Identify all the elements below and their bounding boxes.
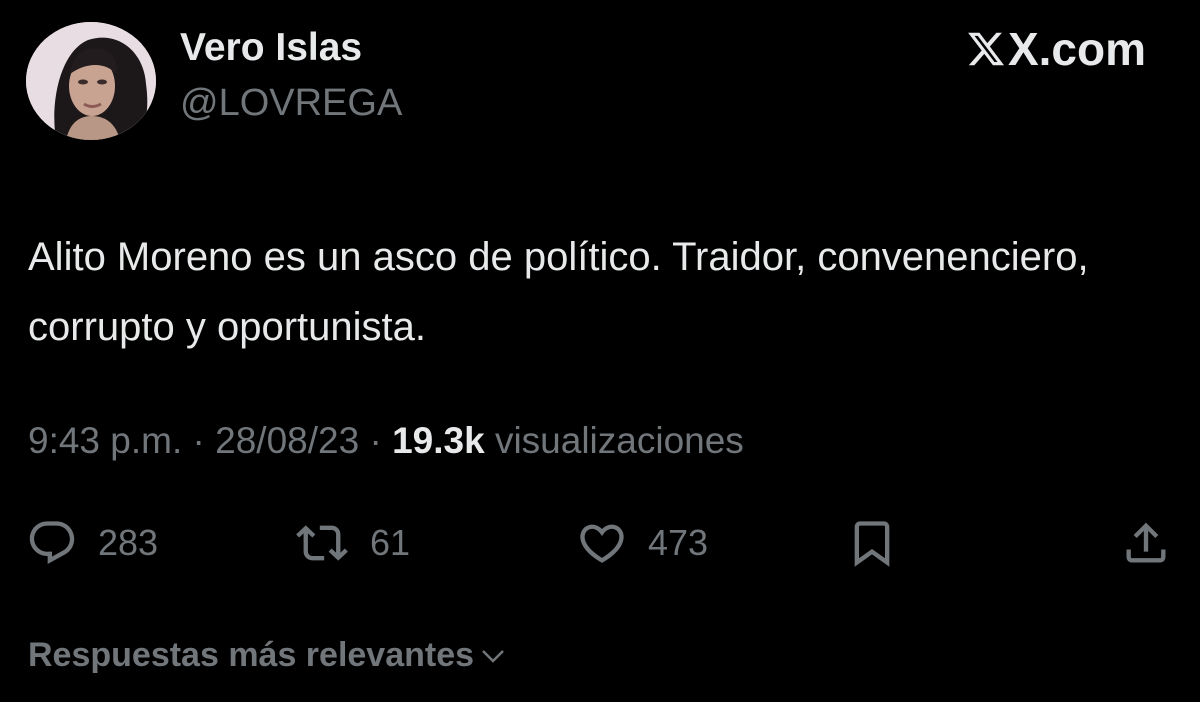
meta-separator: · [192,420,205,461]
author-handle[interactable]: @LOVREGA [180,82,402,125]
replies-sort-label: Respuestas más relevantes [28,636,475,674]
share-button[interactable] [1120,512,1172,574]
views-count: 19.3k [392,420,485,461]
retweet-button[interactable]: 61 [296,512,410,574]
tweet-date[interactable]: 28/08/23 [215,420,359,461]
action-bar: 283 61 473 [0,512,1200,574]
meta-separator: · [369,420,382,461]
brand-label: X.com [1007,23,1146,75]
tweet-meta: 9:43 p.m. · 28/08/23 · 19.3k visualizaci… [28,420,744,462]
share-icon [1126,522,1166,563]
replies-sort-toggle[interactable]: Respuestas más relevantes [28,636,508,675]
avatar[interactable] [26,22,156,140]
reply-icon [29,521,75,565]
heart-icon [580,524,624,563]
retweet-icon [296,525,348,561]
bookmark-button[interactable] [846,512,898,574]
retweet-count: 61 [370,522,411,563]
like-count: 473 [648,522,709,563]
reply-count: 283 [98,522,159,563]
profile-photo [26,22,156,140]
tweet-text: Alito Moreno es un asco de político. Tra… [28,235,1089,349]
chevron-down-icon [482,649,504,663]
views-label: visualizaciones [494,420,744,461]
brand-watermark: X.com [966,22,1146,76]
bookmark-icon [854,521,890,567]
tweet-time[interactable]: 9:43 p.m. [28,420,182,461]
like-button[interactable]: 473 [576,512,708,574]
reply-button[interactable]: 283 [26,512,158,574]
x-logo-icon [968,32,1004,66]
author-display-name[interactable]: Vero Islas [180,26,362,70]
